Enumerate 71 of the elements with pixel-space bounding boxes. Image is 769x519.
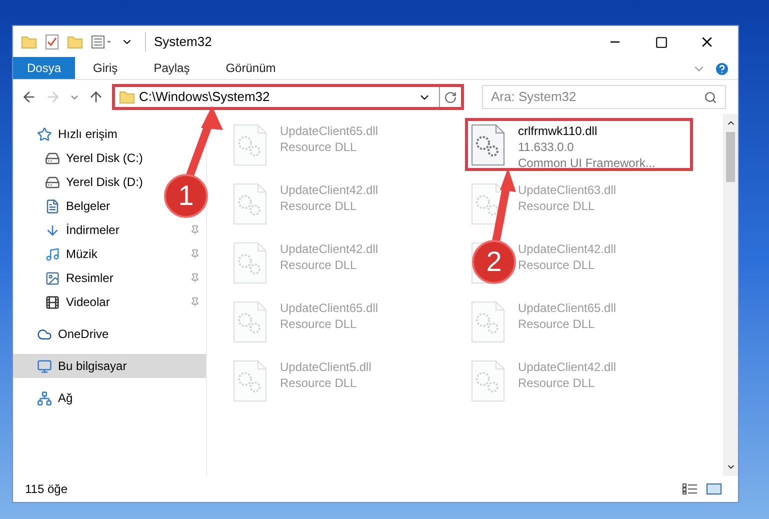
file-detail: 11.633.0.0 [518, 139, 575, 155]
music-note-icon [45, 246, 60, 262]
checklist-icon[interactable] [45, 34, 59, 50]
scrollbar[interactable] [723, 114, 738, 476]
file-detail: Resource DLL [280, 257, 358, 273]
ribbon-tab[interactable]: Görünüm [208, 57, 294, 79]
sidebar-item[interactable]: Yerel Disk (D:) [13, 170, 147, 194]
file-detail: Resource DLL [518, 198, 596, 214]
help-icon[interactable] [714, 61, 730, 77]
up-icon[interactable] [88, 89, 104, 105]
sidebar-item[interactable]: OneDrive [13, 322, 113, 346]
scrollbar-thumb[interactable] [726, 132, 735, 182]
sidebar-item[interactable]: Videolar [13, 290, 206, 314]
maximize-icon [654, 36, 668, 48]
pin-icon[interactable] [190, 249, 200, 259]
drive-icon [45, 174, 60, 190]
file-detail: Resource DLL [280, 139, 358, 155]
sidebar-item[interactable]: Hızlı erişim [13, 122, 122, 146]
computer-icon [37, 358, 52, 374]
file-detail: Resource DLL [280, 375, 358, 391]
search-field[interactable]: Ara: System32 [482, 85, 726, 109]
address-field[interactable]: C:\Windows\System32 [112, 84, 464, 110]
file-name: crlfrmwk110.dll [518, 123, 598, 139]
picture-icon [45, 270, 60, 286]
drive-icon [45, 150, 60, 166]
sidebar-item[interactable]: Bu bilgisayar [13, 354, 206, 378]
sidebar-item[interactable]: Resimler [13, 266, 206, 290]
document-icon [45, 198, 60, 214]
file-name: UpdateClient65.dll [280, 123, 378, 139]
file-detail: Resource DLL [518, 257, 596, 273]
pin-icon[interactable] [190, 273, 200, 283]
star-icon [37, 126, 52, 142]
folder-icon [21, 35, 37, 49]
file-detail: Resource DLL [280, 316, 358, 332]
details-view-icon[interactable] [682, 483, 698, 495]
download-arrow-icon [45, 222, 60, 238]
sidebar-item[interactable]: Belgeler [13, 194, 114, 218]
pin-icon[interactable] [190, 225, 200, 235]
file-name: UpdateClient42.dll [518, 359, 616, 375]
file-name: UpdateClient63.dll [518, 182, 616, 198]
file-name: UpdateClient42.dll [280, 241, 378, 257]
sidebar-item[interactable]: İndirmeler [13, 218, 206, 242]
sidebar-item[interactable]: Ağ [13, 386, 77, 410]
file-detail: Common UI Framework... [518, 155, 656, 171]
file-item[interactable]: crlfrmwk110.dll 11.633.0.0 Common UI Framework... [465, 118, 693, 171]
sidebar-item[interactable]: Yerel Disk (C:) [13, 146, 147, 170]
file-detail: Resource DLL [518, 316, 596, 332]
search-icon[interactable] [704, 90, 717, 104]
large-icons-view-icon[interactable] [706, 483, 722, 495]
network-icon [37, 390, 52, 406]
cloud-icon [37, 326, 52, 342]
back-icon[interactable] [21, 89, 37, 105]
file-name: UpdateClient42.dll [518, 241, 616, 257]
pin-icon[interactable] [190, 297, 200, 307]
address-path: C:\Windows\System32 [139, 88, 271, 106]
ribbon-tab[interactable]: Paylaş [136, 57, 208, 79]
ribbon-tab[interactable]: Giriş [75, 57, 136, 79]
refresh-icon[interactable] [444, 90, 457, 104]
ribbon-tab[interactable]: Dosya [13, 57, 76, 79]
sidebar-item[interactable]: Müzik [13, 242, 206, 266]
file-detail: Resource DLL [518, 375, 596, 391]
file-name: UpdateClient42.dll [280, 182, 378, 198]
file-name: UpdateClient5.dll [280, 359, 372, 375]
file-name: UpdateClient65.dll [280, 300, 378, 316]
properties-icon[interactable] [91, 35, 113, 49]
item-count: 115 öğe [25, 481, 68, 498]
folder-icon [119, 90, 135, 104]
file-detail: Resource DLL [280, 198, 358, 214]
window-title: System32 [145, 32, 212, 52]
file-name: UpdateClient65.dll [518, 300, 616, 316]
film-icon [45, 294, 60, 310]
